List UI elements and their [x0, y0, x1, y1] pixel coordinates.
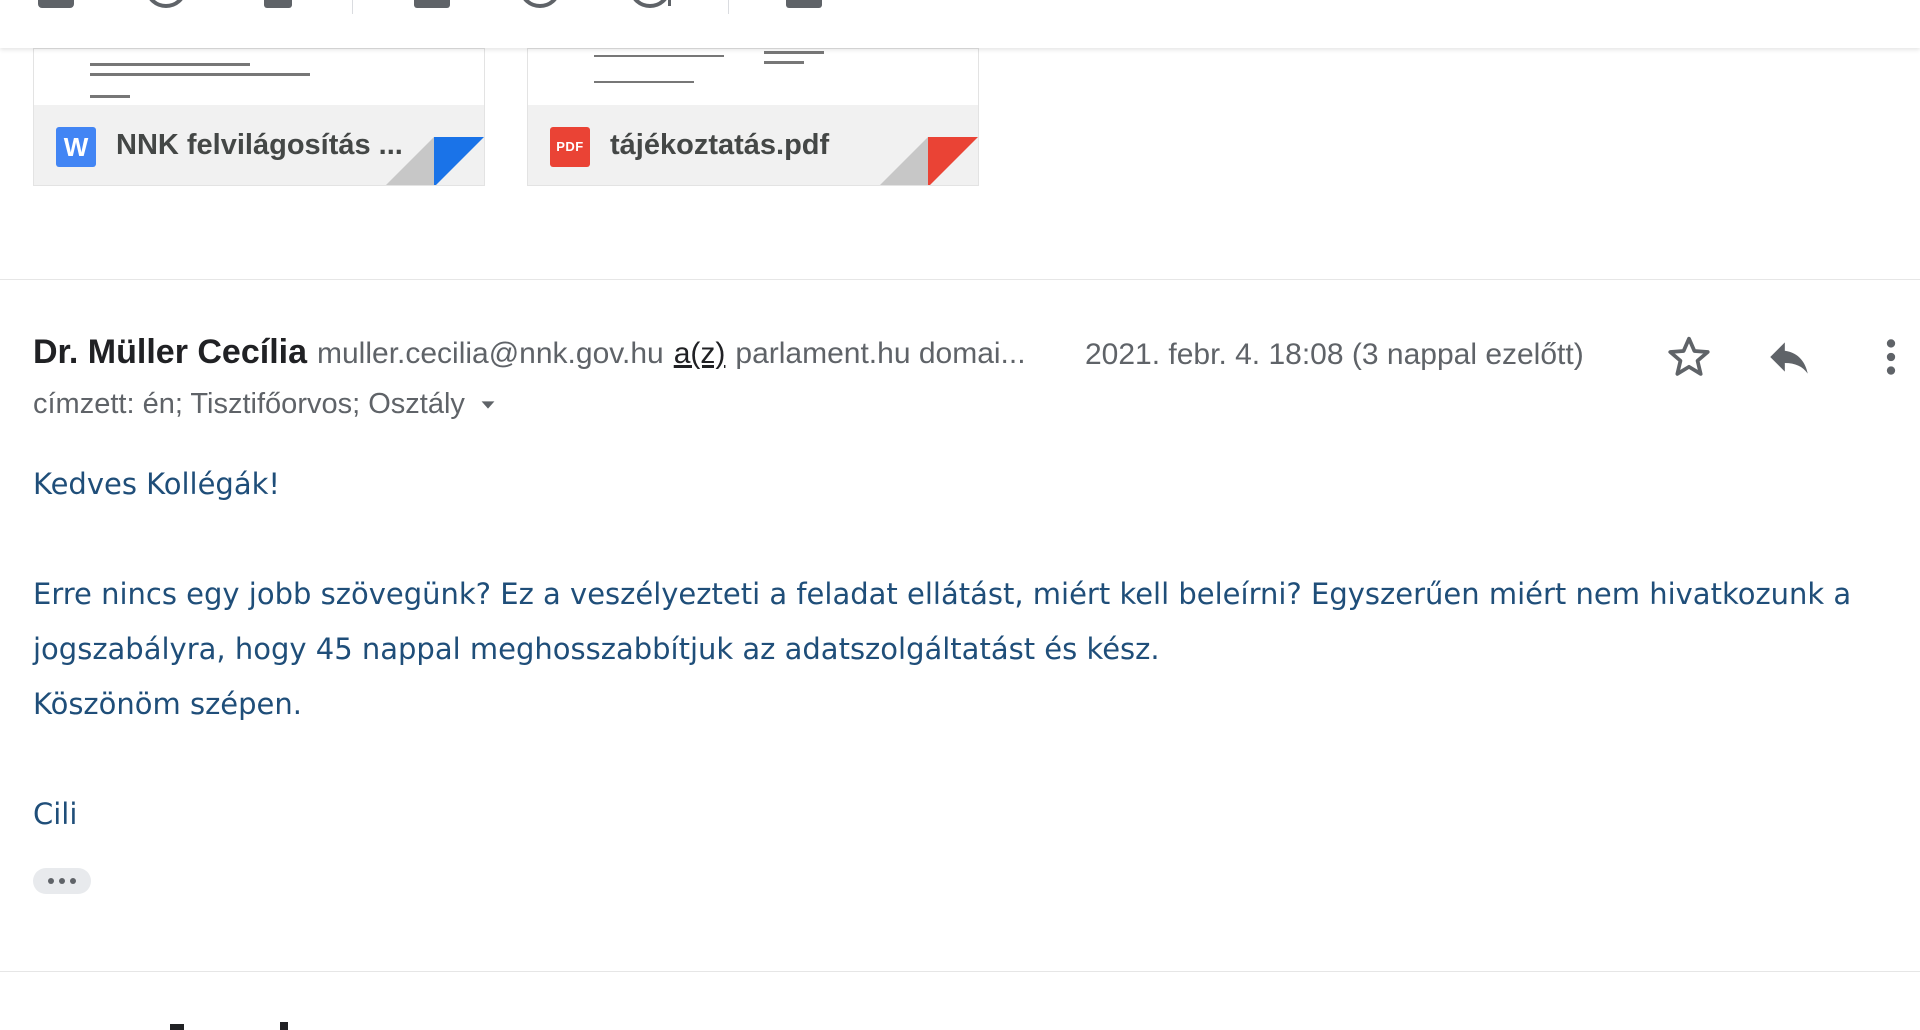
toolbar-divider — [352, 0, 353, 14]
attachment-corner-icon — [384, 137, 484, 185]
newer-icon[interactable] — [1770, 0, 1806, 8]
show-trimmed-content-button[interactable] — [33, 868, 91, 894]
attachment-corner-icon — [878, 137, 978, 185]
next-message-peek — [110, 1018, 290, 1030]
sender-line: Dr. Müller Cecília muller.cecilia@nnk.go… — [33, 333, 1026, 379]
more-horiz-icon — [48, 878, 54, 884]
body-paragraph-line: jogszabályra, hogy 45 nappal meghosszabb… — [33, 632, 1160, 666]
message-body: Kedves Kollégák! Erre nincs egy jobb szö… — [33, 457, 1903, 842]
attachment-card-word[interactable]: W NNK felvilágosítás ... — [33, 48, 485, 186]
pdf-file-icon: PDF — [550, 127, 590, 167]
body-signature: Cili — [33, 797, 78, 831]
archive-icon[interactable] — [38, 0, 74, 8]
attachment-filename: NNK felvilágosítás ... — [116, 129, 403, 161]
via-link[interactable]: a(z) — [674, 337, 726, 371]
more-options-icon[interactable] — [1000, 0, 1020, 8]
sender-email: muller.cecilia@nnk.gov.hu — [317, 337, 664, 370]
add-to-tasks-icon[interactable] — [632, 0, 680, 8]
arrow-drop-down-icon[interactable] — [477, 394, 499, 416]
body-greeting: Kedves Kollégák! — [33, 467, 281, 501]
mark-unread-icon[interactable] — [414, 0, 450, 8]
message-toolbar — [0, 0, 1920, 48]
move-to-icon[interactable] — [786, 0, 822, 8]
recipients-line: címzett: én; Tisztifőorvos; Osztály — [33, 388, 499, 421]
reply-icon[interactable] — [1764, 332, 1814, 382]
snooze-icon[interactable] — [522, 0, 558, 8]
attachment-preview — [528, 49, 978, 105]
recipients-text: címzett: én; Tisztifőorvos; Osztály — [33, 388, 465, 420]
email-thread-view: W NNK felvilágosítás ... PDF tájékoztatá… — [0, 0, 1920, 1030]
message-date: 2021. febr. 4. 18:08 (3 nappal ezelőtt) — [1085, 338, 1584, 371]
label-icon[interactable] — [894, 0, 930, 8]
attachment-card-pdf[interactable]: PDF tájékoztatás.pdf — [527, 48, 979, 186]
sender-name[interactable]: Dr. Müller Cecília — [33, 333, 307, 372]
attachment-footer: PDF tájékoztatás.pdf — [528, 105, 978, 185]
attachment-filename: tájékoztatás.pdf — [610, 129, 830, 161]
toolbar-divider — [728, 0, 729, 14]
report-spam-icon[interactable] — [148, 0, 184, 8]
message-divider — [0, 971, 1920, 972]
via-domain: parlament.hu domai... — [735, 337, 1026, 370]
star-outline-icon[interactable] — [1664, 332, 1714, 382]
word-file-icon: W — [56, 127, 96, 167]
message-divider — [0, 279, 1920, 280]
more-vert-icon[interactable] — [1866, 332, 1916, 382]
body-thanks: Köszönöm szépen. — [33, 687, 303, 721]
attachment-footer: W NNK felvilágosítás ... — [34, 105, 484, 185]
older-icon[interactable] — [1870, 0, 1906, 8]
body-paragraph-line: Erre nincs egy jobb szövegünk? Ez a vesz… — [33, 577, 1852, 611]
attachment-preview — [34, 49, 484, 105]
delete-icon[interactable] — [260, 0, 296, 8]
